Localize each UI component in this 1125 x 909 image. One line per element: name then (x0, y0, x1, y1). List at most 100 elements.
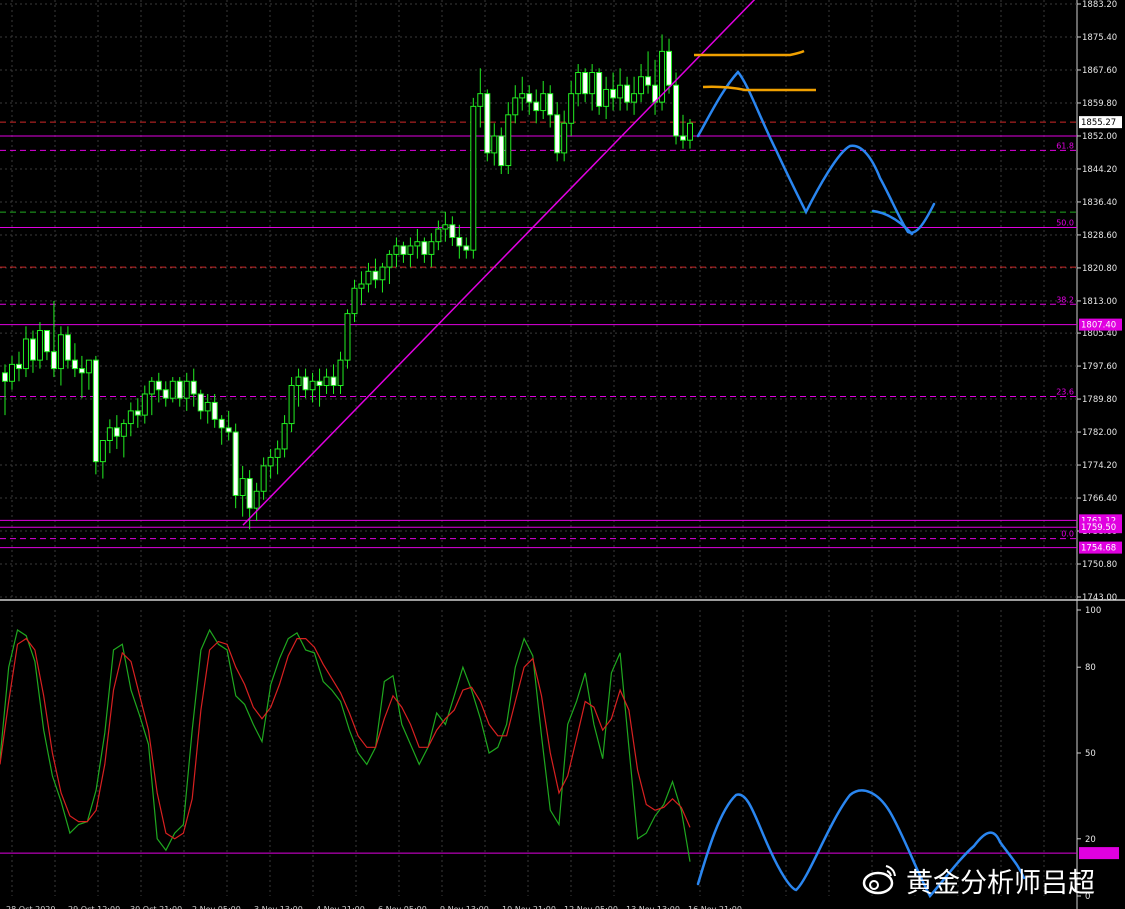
candle-body (575, 72, 582, 95)
fib-level-label: 0.0 (1061, 530, 1074, 539)
candle-body (477, 93, 484, 107)
candle-body (78, 368, 85, 374)
y-tick-label: 1859.80 (1082, 99, 1117, 109)
time-axis: 28 Oct 2020 29 Oct 12:00 30 Oct 21:00 2 Nov… (6, 905, 742, 909)
fib-level-label: 50.0 (1056, 219, 1074, 228)
candle-body (246, 478, 253, 509)
candle-body (29, 338, 36, 361)
candle-body (281, 423, 288, 450)
osc-tick-label: 100 (1085, 606, 1101, 616)
candle-body (547, 93, 554, 116)
candle-body (113, 427, 120, 437)
x-tick-label: 12 Nov 05:00 (564, 905, 618, 909)
projection-path-price (696, 70, 936, 234)
candle-body (183, 380, 190, 399)
candle-body (498, 135, 505, 167)
candle-body (295, 376, 302, 387)
y-tick-label: 1782.00 (1082, 428, 1117, 438)
candle-body (85, 359, 92, 374)
candle-body (344, 313, 351, 361)
candle-body (176, 380, 183, 399)
candle-body (540, 93, 547, 112)
fib-level-label: 23.6 (1056, 388, 1074, 397)
candle-body (589, 72, 596, 95)
candle-body (463, 245, 470, 251)
candle-body (442, 224, 449, 230)
trading-chart: 1883.20 1875.40 1867.60 1859.80 1852.00 1844.… (0, 0, 1125, 909)
candle-body (470, 105, 477, 251)
candle-body (358, 283, 365, 289)
x-tick-label: 13 Nov 13:00 (626, 905, 680, 909)
candle-body (407, 245, 414, 255)
candle-body (428, 241, 435, 255)
stochastic-line-0 (0, 628, 691, 862)
candle-body (519, 93, 526, 99)
candle-body (596, 72, 603, 107)
osc-tick-label: 20 (1085, 835, 1096, 845)
candle-body (36, 330, 43, 361)
y-tick-label: 1797.60 (1082, 362, 1117, 372)
candle-body (57, 334, 64, 370)
candle-body (120, 423, 127, 437)
candle-body (673, 84, 680, 137)
candle-body (337, 359, 344, 387)
x-tick-label: 6 Nov 05:00 (378, 905, 427, 909)
candle-body (169, 380, 176, 399)
candle-body (267, 456, 274, 467)
resistance-stroke-upper (694, 49, 805, 57)
price-label: 1759.50 (1081, 523, 1116, 533)
candle-body (99, 440, 106, 463)
candle-body (687, 122, 693, 141)
candle-body (211, 401, 218, 420)
candle-body (302, 376, 309, 391)
candle-body (71, 359, 78, 370)
candle-body (505, 114, 512, 167)
price-label: 1807.40 (1081, 321, 1116, 331)
candle-body (561, 122, 568, 154)
x-tick-label: 4 Nov 21:00 (316, 905, 365, 909)
candle-body (204, 401, 211, 412)
candle-body (64, 334, 71, 361)
candle-body (92, 359, 99, 463)
candle-body (624, 84, 631, 103)
candle-body (239, 478, 246, 496)
candle-body (666, 50, 673, 86)
candle-body (512, 97, 519, 116)
candle-body (582, 72, 589, 95)
x-tick-label: 3 Nov 13:00 (254, 905, 303, 909)
candle-body (351, 287, 358, 315)
candle-body (491, 135, 498, 154)
candle-body (449, 224, 456, 238)
price-label: 1855.27 (1081, 118, 1116, 128)
y-tick-label: 1743.00 (1082, 593, 1117, 603)
watermark-text: 黄金分析师吕超 (906, 868, 1095, 899)
candle-body (253, 490, 260, 509)
y-tick-label: 1750.80 (1082, 560, 1117, 570)
candle-body (141, 393, 148, 416)
candle-body (456, 236, 463, 247)
candle-body (645, 76, 652, 86)
watermark: 黄金分析师吕超 (862, 865, 1095, 899)
y-tick-label: 1789.80 (1082, 395, 1117, 405)
y-tick-label: 1774.20 (1082, 461, 1117, 471)
candle-body (617, 84, 624, 99)
candle-body (232, 431, 239, 496)
candle-body (484, 93, 491, 154)
candle-body (225, 427, 232, 433)
y-tick-label: 1844.20 (1082, 165, 1117, 175)
candle-body (260, 465, 267, 492)
candle-body (8, 363, 15, 382)
candle-body (393, 245, 400, 255)
candle-body (274, 448, 281, 458)
x-tick-label: 9 Nov 13:00 (440, 905, 489, 909)
candle-body (421, 241, 428, 255)
fib-level-label: 61.8 (1056, 141, 1074, 150)
candle-body (106, 427, 113, 442)
candle-body (316, 380, 323, 387)
candle-body (526, 93, 533, 103)
resistance-stroke-lower (702, 85, 816, 92)
candle-body (554, 114, 561, 154)
candle-body (22, 338, 29, 370)
candle-body (680, 135, 687, 141)
candle-body (638, 76, 645, 95)
